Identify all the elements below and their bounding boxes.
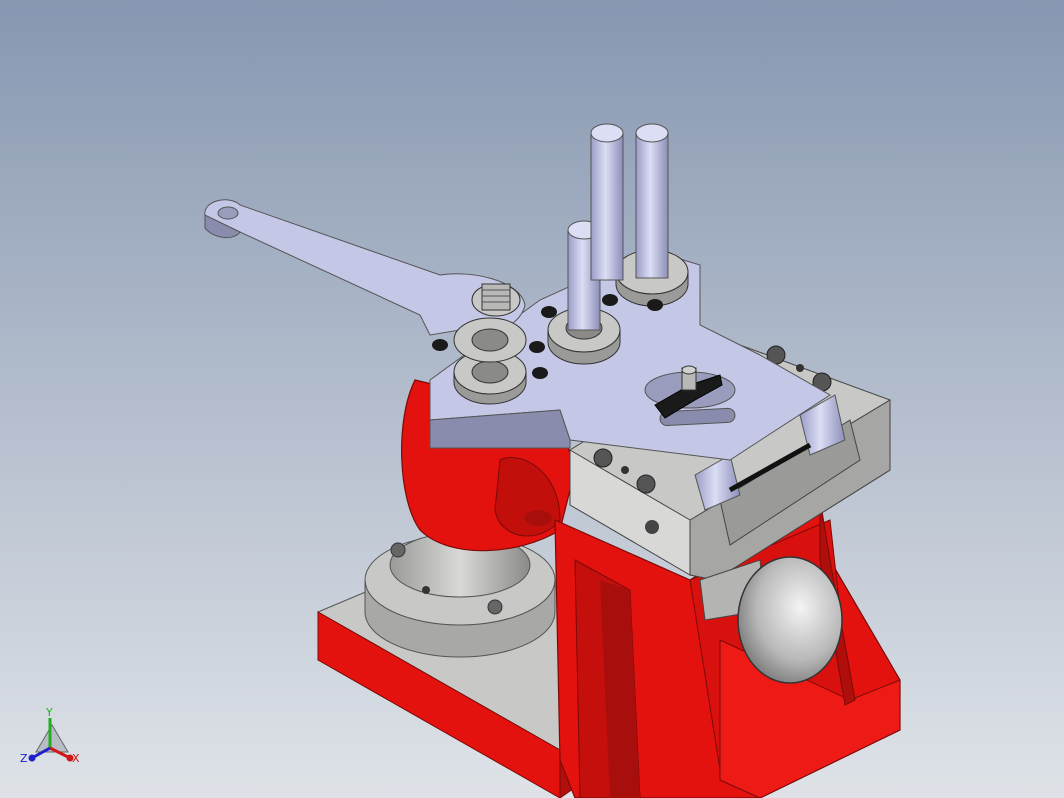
roller-bushing[interactable]	[453, 317, 527, 405]
cad-viewport[interactable]: Y X Z	[0, 0, 1064, 798]
x-axis-label: X	[72, 752, 80, 765]
clamp-hole	[593, 448, 613, 468]
z-axis-label: Z	[20, 752, 28, 765]
bending-pin[interactable]	[590, 123, 624, 281]
bending-pin[interactable]	[635, 123, 669, 279]
clamp-hole	[636, 474, 656, 494]
mounting-hole	[487, 599, 503, 615]
lever-hole	[217, 206, 239, 220]
clamp-hole	[621, 466, 629, 474]
mounting-hole	[422, 586, 430, 594]
y-axis-label: Y	[45, 706, 53, 719]
rotary-turntable[interactable]	[364, 532, 556, 658]
side-hole	[645, 520, 659, 534]
mounting-hole	[390, 542, 406, 558]
clamp-hole	[796, 364, 804, 372]
threaded-bolt	[481, 283, 511, 311]
